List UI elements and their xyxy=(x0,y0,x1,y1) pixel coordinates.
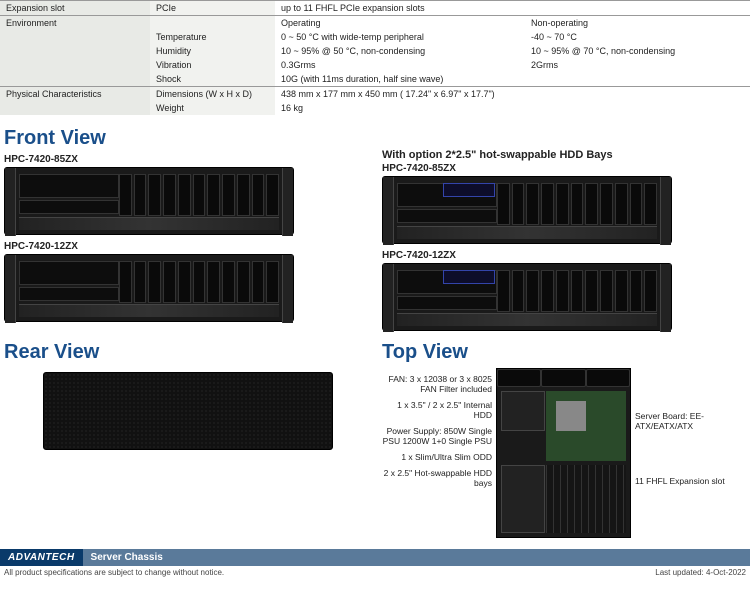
brand-logo: ADVANTECH xyxy=(0,549,83,566)
footer-updated: Last updated: 4-Oct-2022 xyxy=(655,568,746,577)
row-value: 2Grms xyxy=(525,58,750,72)
row-value: up to 11 FHFL PCIe expansion slots xyxy=(275,1,750,16)
row-label: Physical Characteristics xyxy=(0,87,150,116)
model-label: HPC-7420-85ZX xyxy=(382,163,750,174)
callout-psu: Power Supply: 850W Single PSU 1200W 1+0 … xyxy=(382,426,492,446)
row-sub: Dimensions (W x H x D) xyxy=(150,87,275,102)
chassis-front-image xyxy=(4,167,294,235)
model-label: HPC-7420-85ZX xyxy=(4,154,372,165)
row-sub: Temperature xyxy=(150,30,275,44)
row-sub: PCIe xyxy=(150,1,275,16)
row-sub: Shock xyxy=(150,72,275,87)
row-sub: Weight xyxy=(150,101,275,115)
option-title: With option 2*2.5" hot-swappable HDD Bay… xyxy=(382,149,750,161)
row-value: 10G (with 11ms duration, half sine wave) xyxy=(275,72,750,87)
section-title-front: Front View xyxy=(4,127,372,150)
row-value: 438 mm x 177 mm x 450 mm ( 17.24" x 6.97… xyxy=(275,87,750,102)
chassis-front-image xyxy=(4,254,294,322)
footer-title: Server Chassis xyxy=(83,549,750,566)
row-value: -40 ~ 70 °C xyxy=(525,30,750,44)
col-header: Non-operating xyxy=(525,16,750,31)
row-value: 0 ~ 50 °C with wide-temp peripheral xyxy=(275,30,525,44)
section-title-rear: Rear View xyxy=(4,341,372,364)
section-title-top: Top View xyxy=(382,341,750,364)
callout-server-board: Server Board: EE-ATX/EATX/ATX xyxy=(635,411,735,431)
row-value: 10 ~ 95% @ 50 °C, non-condensing xyxy=(275,44,525,58)
callout-odd: 1 x Slim/Ultra Slim ODD xyxy=(382,452,492,462)
model-label: HPC-7420-12ZX xyxy=(382,250,750,261)
row-label: Expansion slot xyxy=(0,1,150,16)
row-sub: Humidity xyxy=(150,44,275,58)
callout-fan: FAN: 3 x 12038 or 3 x 8025 FAN Filter in… xyxy=(382,374,492,394)
callout-hdd-swap: 2 x 2.5" Hot-swappable HDD bays xyxy=(382,468,492,488)
row-sub xyxy=(150,16,275,31)
col-header: Operating xyxy=(275,16,525,31)
row-value: 10 ~ 95% @ 70 °C, non-condensing xyxy=(525,44,750,58)
row-value: 16 kg xyxy=(275,101,750,115)
spec-table: Expansion slot PCIe up to 11 FHFL PCIe e… xyxy=(0,0,750,115)
row-sub: Vibration xyxy=(150,58,275,72)
chassis-front-image xyxy=(382,263,672,331)
top-callouts-left: FAN: 3 x 12038 or 3 x 8025 FAN Filter in… xyxy=(382,368,492,488)
row-label: Environment xyxy=(0,16,150,87)
row-value: 0.3Grms xyxy=(275,58,525,72)
model-label: HPC-7420-12ZX xyxy=(4,241,372,252)
footer: ADVANTECH Server Chassis All product spe… xyxy=(0,548,750,579)
footer-disclaimer: All product specifications are subject t… xyxy=(4,568,224,577)
top-callouts-right: Server Board: EE-ATX/EATX/ATX 11 FHFL Ex… xyxy=(635,368,735,508)
callout-hdd-internal: 1 x 3.5" / 2 x 2.5" Internal HDD xyxy=(382,400,492,420)
chassis-rear-image xyxy=(43,372,333,450)
chassis-front-image xyxy=(382,176,672,244)
chassis-top-image xyxy=(496,368,631,538)
callout-expansion: 11 FHFL Expansion slot xyxy=(635,476,735,486)
